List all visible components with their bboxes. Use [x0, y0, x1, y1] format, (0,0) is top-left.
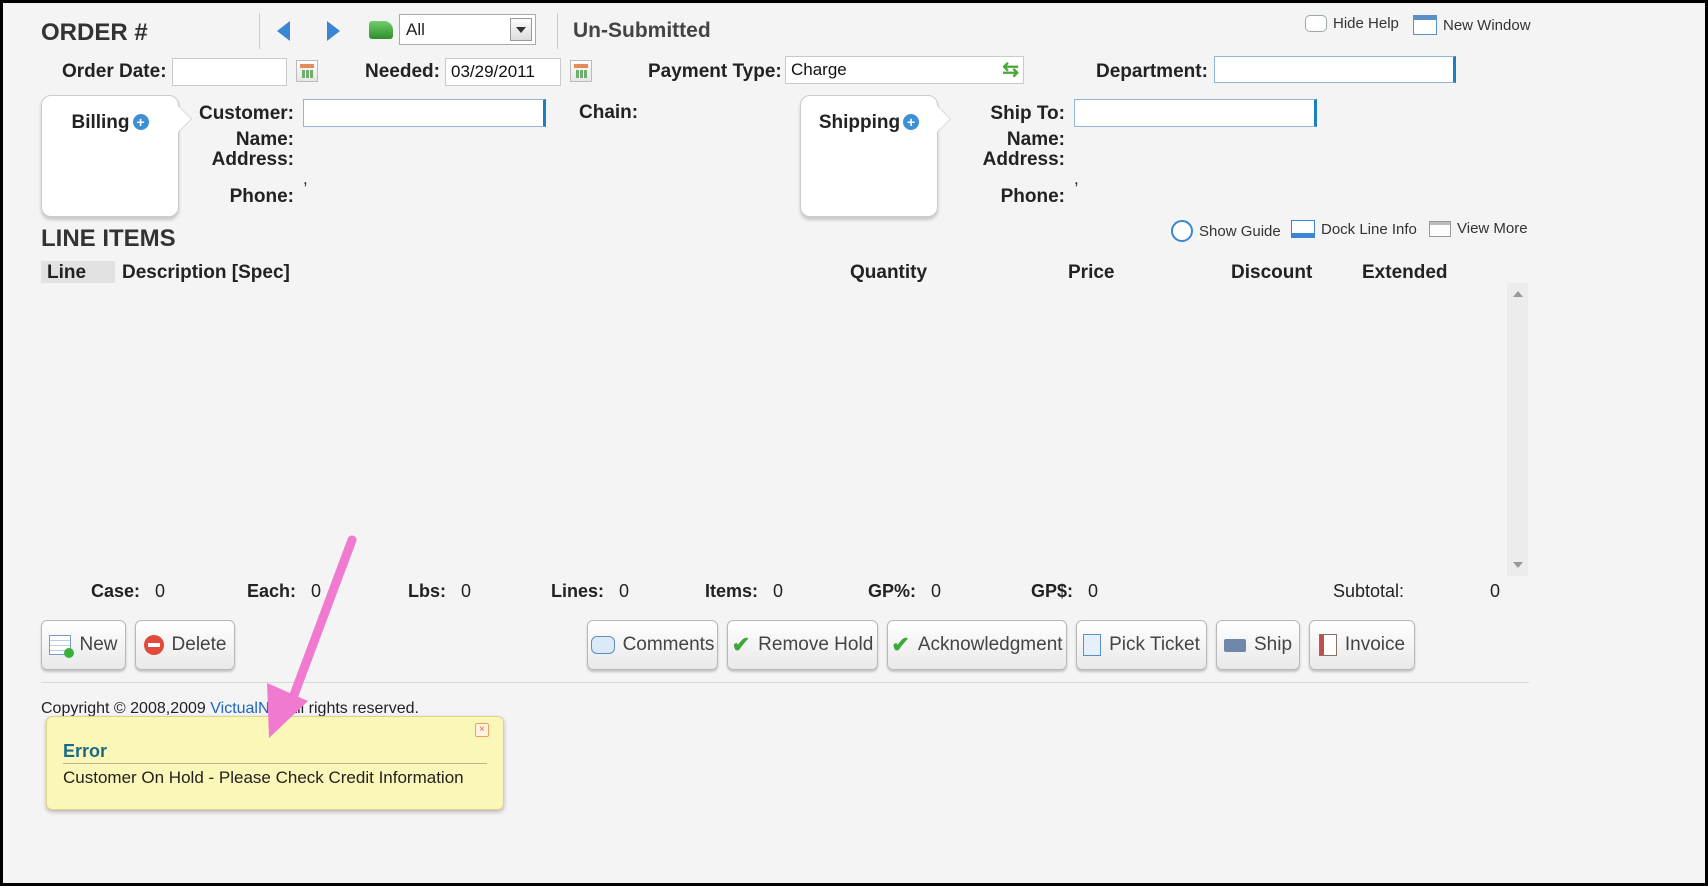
order-entry-window: ORDER # All Un-Submitted Hide Help New W…: [3, 3, 1705, 883]
annotation-arrow: [267, 535, 357, 738]
